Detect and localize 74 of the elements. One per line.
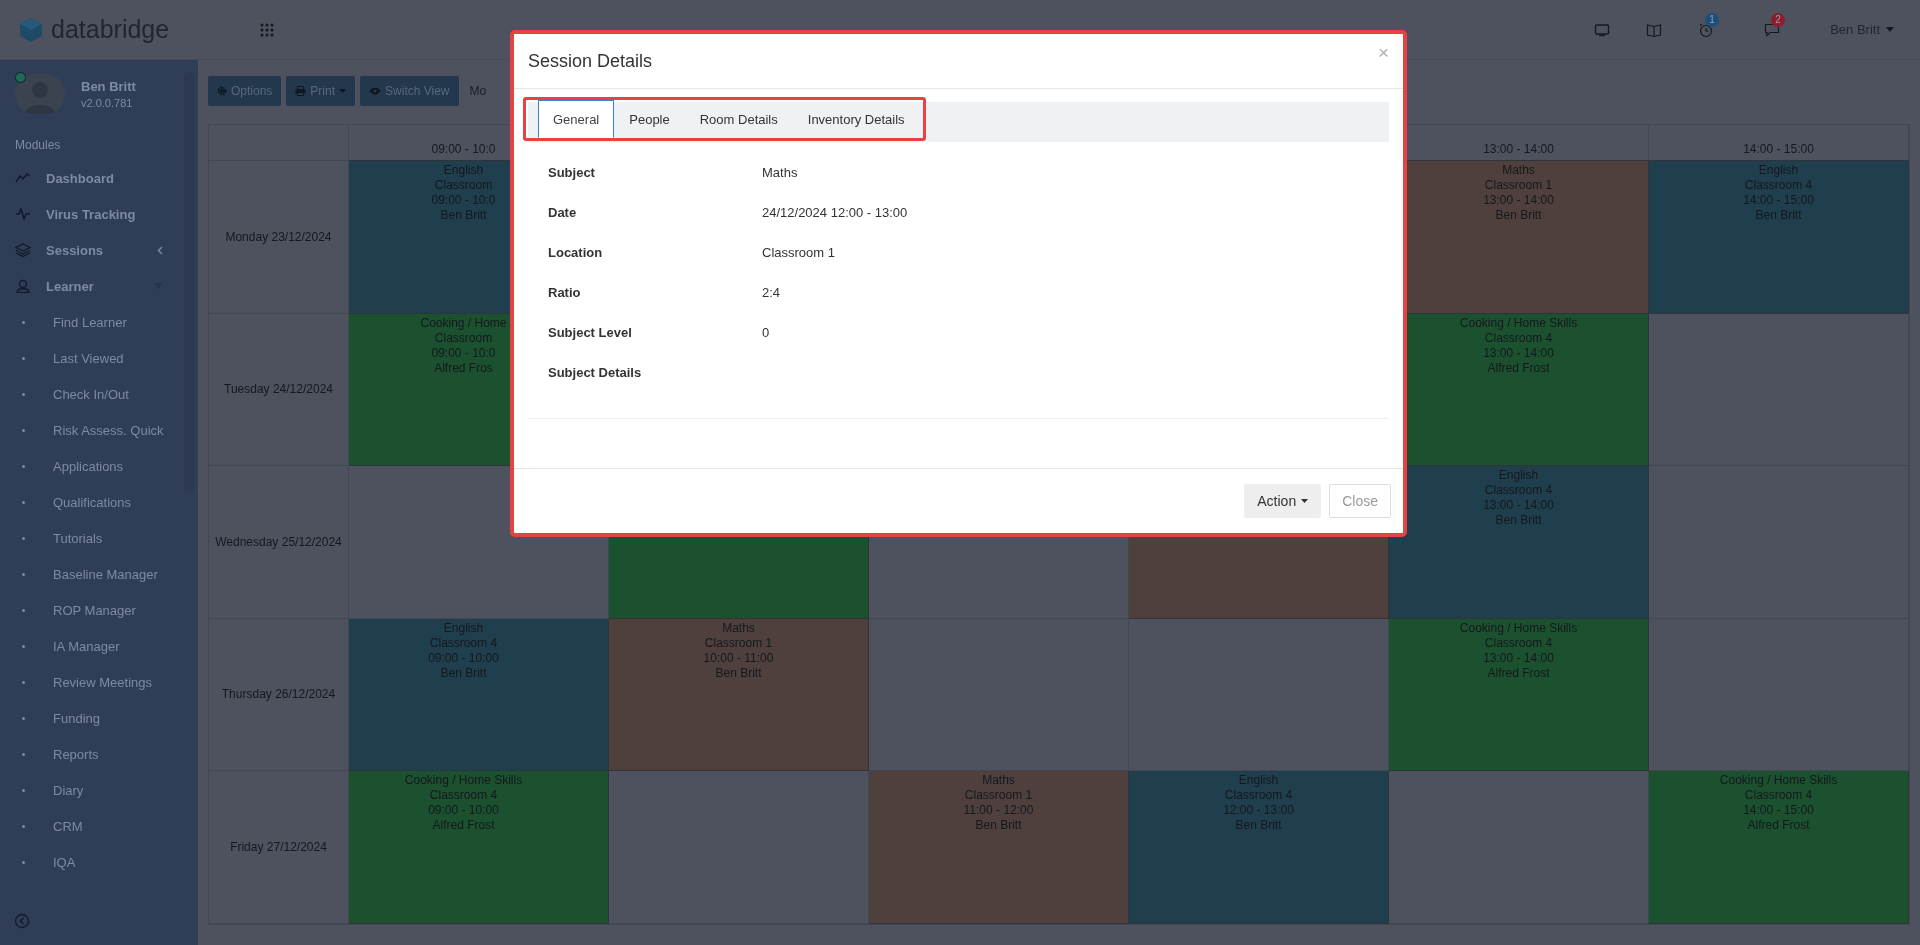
layers-icon — [15, 243, 31, 257]
dialog-title: Session Details — [528, 50, 653, 72]
session-text: Maths Classroom 1 10:00 - 11:00 Ben Britt — [703, 619, 774, 681]
sidebar-item[interactable]: Dashboard — [0, 160, 185, 196]
action-dropdown-button[interactable]: Action — [1244, 484, 1322, 518]
field-value: Maths — [762, 164, 798, 180]
eye-icon — [369, 87, 382, 95]
gear-icon — [217, 86, 227, 96]
sidebar-item[interactable]: Virus Tracking — [0, 196, 185, 232]
sidebar-subitem[interactable]: Risk Assess. Quick — [0, 412, 185, 448]
caret-icon — [1886, 27, 1894, 32]
sidebar-item[interactable]: Sessions — [0, 232, 185, 268]
day-label: Monday 23/12/2024 — [225, 229, 332, 244]
version-text: v2.0.0.781 — [81, 97, 134, 109]
day-label: Wednesday 25/12/2024 — [215, 534, 342, 549]
alarm-clock-icon[interactable] — [1698, 21, 1715, 38]
tab[interactable]: Room Details — [684, 100, 793, 138]
session-text: Cooking / Home Classroom 09:00 - 10:0 Alfred Fros — [420, 314, 507, 376]
notification-count: 2 — [1771, 12, 1786, 27]
sidebar-subitem[interactable]: ROP Manager — [0, 592, 185, 628]
tab[interactable]: People — [614, 100, 685, 138]
sidebar-subitem[interactable]: IQA — [0, 844, 185, 880]
pulse-icon — [15, 208, 31, 220]
sidebar-subitem[interactable]: Applications — [0, 448, 185, 484]
session-text: Maths Classroom 1 13:00 - 14:00 Ben Britt — [1483, 162, 1554, 223]
sidebar-subitem[interactable]: Last Viewed — [0, 340, 185, 376]
field-value: Classroom 1 — [762, 244, 835, 260]
field-label: Date — [548, 204, 578, 220]
sidebar-subitem[interactable]: Tutorials — [0, 520, 185, 556]
chat-bubble-icon[interactable] — [1764, 21, 1781, 38]
monitor-icon[interactable] — [1594, 22, 1611, 37]
sidebar-subitem[interactable]: Reports — [0, 736, 185, 772]
tab[interactable]: General — [538, 100, 615, 138]
logo-icon — [19, 16, 43, 43]
day-label: Tuesday 24/12/2024 — [224, 382, 333, 397]
column-header: 13:00 - 14:00 — [1483, 142, 1554, 156]
apps-grid-icon[interactable] — [260, 22, 274, 37]
sidebar-subitem[interactable]: Funding — [0, 700, 185, 736]
session-block[interactable]: Maths Classroom 1 10:00 - 11:00 Ben Britt — [609, 618, 869, 771]
session-block[interactable]: Maths Classroom 1 11:00 - 12:00 Ben Britt — [869, 771, 1129, 924]
printer-icon — [295, 86, 307, 96]
user-icon — [15, 279, 31, 293]
user-name: Ben Britt — [81, 79, 136, 94]
session-text: Maths Classroom 1 11:00 - 12:00 Ben Britt — [963, 772, 1034, 833]
close-button[interactable]: Close — [1329, 484, 1391, 518]
field-value: 0 — [762, 324, 770, 340]
field-value: 2:4 — [762, 284, 781, 300]
day-label: Friday 27/12/2024 — [230, 839, 327, 854]
column-header: 09:00 - 10:0 — [431, 142, 496, 156]
field-value: 24/12/2024 12:00 - 13:00 — [762, 204, 908, 220]
book-icon[interactable] — [1646, 21, 1663, 38]
sidebar-subitem[interactable]: Baseline Manager — [0, 556, 185, 592]
caret-icon — [339, 89, 347, 93]
sidebar-subitem[interactable]: Review Meetings — [0, 664, 185, 700]
collapse-icon[interactable] — [14, 913, 30, 929]
field-label: Location — [548, 244, 604, 260]
line-chart-icon — [15, 172, 31, 184]
caret-icon — [1301, 499, 1309, 503]
tab[interactable]: Inventory Details — [792, 100, 920, 138]
day-label: Thursday 26/12/2024 — [221, 687, 336, 702]
sidebar-item[interactable]: Learner — [0, 268, 185, 304]
section-heading: Modules — [15, 138, 62, 152]
sidebar-subitem[interactable]: Qualifications — [0, 484, 185, 520]
sidebar-subitem[interactable]: CRM — [0, 808, 185, 844]
sidebar-subitem[interactable]: Find Learner — [0, 304, 185, 340]
column-header: 14:00 - 15:00 — [1743, 142, 1814, 156]
field-label: Subject — [548, 164, 596, 180]
close-button[interactable]: × — [1377, 42, 1389, 64]
sidebar-subitem[interactable]: Check In/Out — [0, 376, 185, 412]
sidebar-subitem[interactable]: Diary — [0, 772, 185, 808]
field-label: Ratio — [548, 284, 582, 300]
notification-count: 1 — [1705, 12, 1720, 27]
sidebar-subitem[interactable]: IA Manager — [0, 628, 185, 664]
toolbar-button[interactable]: Mo — [463, 76, 493, 106]
